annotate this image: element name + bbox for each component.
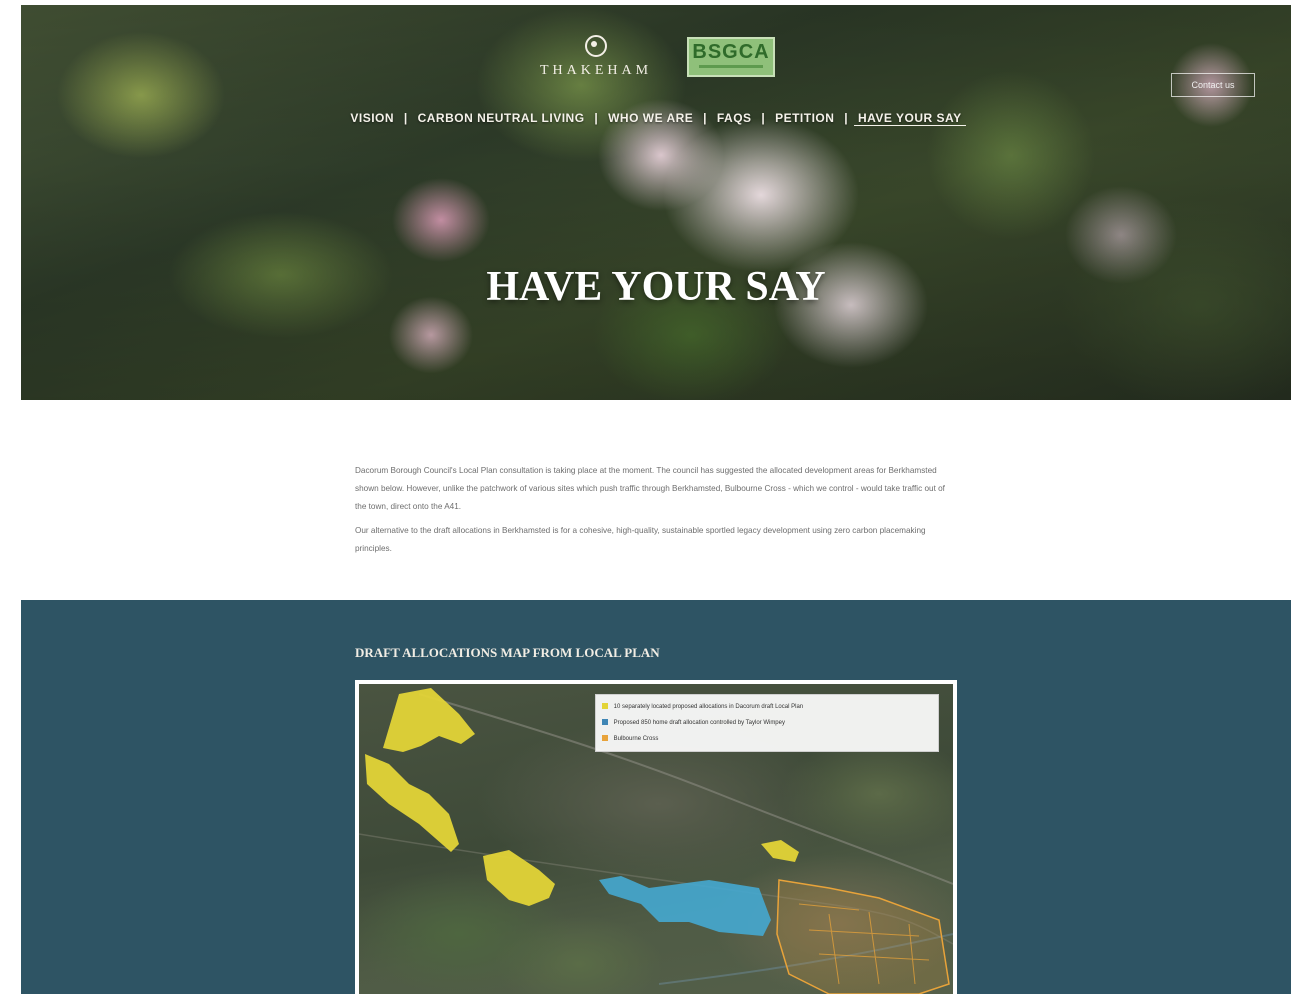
allocation-area-north: [383, 688, 475, 752]
intro-paragraph: Our alternative to the draft allocations…: [355, 526, 926, 553]
legend-label: Bulbourne Cross: [613, 736, 659, 742]
hero-banner: THAKEHAM BSGCA Contact us VISION | CARBO…: [21, 5, 1291, 400]
legend-item: Bulbourne Cross: [602, 731, 932, 747]
nav-separator: |: [703, 111, 708, 125]
legend-item: 10 separately located proposed allocatio…: [602, 699, 932, 715]
nav-separator: |: [761, 111, 766, 125]
legend-swatch-orange: [602, 735, 608, 742]
nav-item-carbon-neutral-living[interactable]: CARBON NEUTRAL LIVING: [414, 111, 589, 125]
intro-text: Dacorum Borough Council's Local Plan con…: [355, 462, 955, 564]
thakeham-logo-text: THAKEHAM: [539, 63, 653, 78]
hero-image-overlay: [21, 5, 1291, 400]
map-image-frame: 10 separately located proposed allocatio…: [355, 680, 957, 994]
map-heading: DRAFT ALLOCATIONS MAP FROM LOCAL PLAN: [355, 645, 660, 660]
legend-item: Proposed 850 home draft allocation contr…: [602, 715, 932, 731]
legend-label: 10 separately located proposed allocatio…: [613, 704, 804, 710]
legend-swatch-blue: [602, 719, 608, 726]
bsgca-logo[interactable]: BSGCA: [687, 37, 775, 77]
allocation-area-east: [761, 840, 799, 862]
main-nav: VISION | CARBON NEUTRAL LIVING | WHO WE …: [21, 111, 1291, 126]
nav-item-petition[interactable]: PETITION: [771, 111, 838, 125]
allocations-map: 10 separately located proposed allocatio…: [359, 684, 953, 994]
allocation-area-south: [483, 850, 555, 906]
map-legend: 10 separately located proposed allocatio…: [595, 694, 939, 752]
taylor-wimpey-allocation-area: [599, 876, 771, 936]
legend-swatch-yellow: [602, 703, 608, 710]
nav-item-faqs[interactable]: FAQS: [713, 111, 756, 125]
bulbourne-cross-area: [776, 879, 950, 994]
nav-separator: |: [403, 111, 408, 125]
nav-item-have-your-say[interactable]: HAVE YOUR SAY: [853, 111, 966, 126]
nav-separator: |: [844, 111, 849, 125]
page-title: HAVE YOUR SAY: [486, 264, 826, 310]
intro-paragraph: Dacorum Borough Council's Local Plan con…: [355, 466, 945, 511]
intro-section: Dacorum Borough Council's Local Plan con…: [21, 400, 1291, 600]
thakeham-logo[interactable]: THAKEHAM: [536, 35, 656, 79]
bsgca-logo-text: BSGCA: [692, 41, 770, 63]
page: THAKEHAM BSGCA Contact us VISION | CARBO…: [21, 5, 1291, 994]
bsgca-logo-underline: [699, 65, 763, 68]
nav-separator: |: [594, 111, 599, 125]
contact-button[interactable]: Contact us: [1171, 73, 1255, 97]
nav-item-vision[interactable]: VISION: [346, 111, 398, 125]
thakeham-emblem-icon: [585, 35, 607, 57]
legend-label: Proposed 850 home draft allocation contr…: [613, 720, 785, 726]
map-section: DRAFT ALLOCATIONS MAP FROM LOCAL PLAN 10…: [21, 600, 1291, 994]
nav-item-who-we-are[interactable]: WHO WE ARE: [604, 111, 697, 125]
